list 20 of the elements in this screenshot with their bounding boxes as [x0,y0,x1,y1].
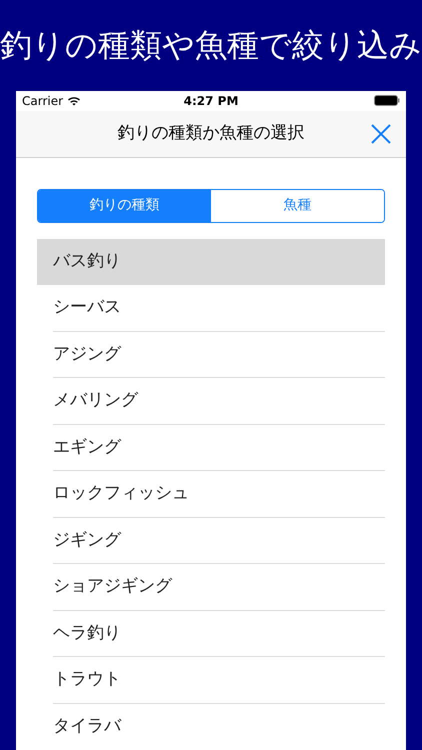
battery-icon [374,95,400,106]
carrier-label: Carrier [22,92,64,110]
list-item[interactable]: ロックフィッシュ [53,471,385,518]
list-item[interactable]: タイラバ [53,704,385,750]
close-icon [371,124,391,144]
list-item[interactable]: シーバス [53,285,385,332]
list-item[interactable]: エギング [53,424,385,471]
status-time: 4:27 PM [184,92,238,110]
close-button[interactable] [370,122,392,144]
list-item[interactable]: ショアジギング [53,564,385,610]
list-item[interactable]: ヘラ釣り [53,610,385,657]
nav-title: 釣りの種類か魚種の選択 [118,122,304,145]
headline: 釣りの種類や魚種で絞り込み [0,29,422,62]
list-item[interactable]: アジング [53,332,385,378]
wifi-icon [67,96,82,106]
segment-tab[interactable]: 釣りの種類 [38,190,211,222]
list-item[interactable]: メバリング [53,378,385,424]
list-item[interactable]: トラウト [53,657,385,704]
list-item[interactable]: バス釣り [37,238,385,285]
list-item[interactable]: ジギング [53,518,385,564]
